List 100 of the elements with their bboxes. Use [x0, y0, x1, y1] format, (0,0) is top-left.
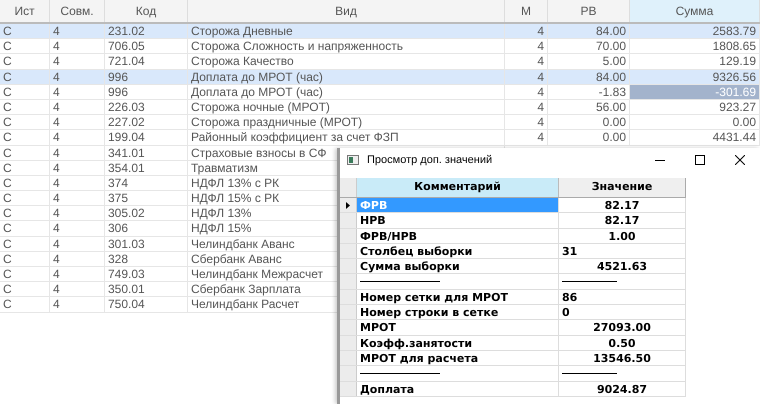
comment-cell: Доплата [357, 382, 559, 396]
combo-cell: 4 [50, 252, 105, 266]
value-cell: 0.50 [559, 336, 686, 350]
combo-cell: 4 [50, 100, 105, 114]
code-cell: 721.04 [105, 54, 188, 69]
combo-cell: 4 [50, 221, 105, 236]
type-cell: Доплата до МРОТ (час) [188, 84, 505, 99]
comment-cell: Номер строки в сетке [357, 305, 559, 320]
month-cell: 4 [505, 24, 548, 38]
source-cell: С [0, 191, 50, 206]
source-cell: С [0, 297, 50, 312]
value-cell: 27093.00 [559, 320, 686, 335]
sum-cell: 9326.56 [630, 70, 760, 84]
code-cell: 226.03 [105, 100, 188, 114]
code-cell: 996 [105, 70, 188, 84]
code-cell: 706.05 [105, 39, 188, 54]
hours-cell: 5.00 [548, 54, 630, 69]
combo-cell: 4 [50, 160, 105, 175]
month-cell: 4 [505, 54, 548, 69]
sum-cell: 4431.44 [630, 130, 760, 144]
value-cell: 4521.63 [559, 259, 686, 274]
month-cell: 4 [505, 84, 548, 99]
combo-cell: 4 [50, 70, 105, 84]
combo-cell: 4 [50, 297, 105, 312]
combo-cell: 4 [50, 282, 105, 296]
type-cell: Сторожа Дневные [188, 24, 505, 38]
source-cell: С [0, 176, 50, 190]
month-cell: 4 [505, 39, 548, 54]
comment-cell: МРОТ [357, 320, 559, 335]
code-cell: 231.02 [105, 24, 188, 38]
value-cell: 82.17 [559, 198, 686, 212]
month-cell: 4 [505, 115, 548, 130]
code-cell: 227.02 [105, 115, 188, 130]
month-cell: 4 [505, 70, 548, 84]
combo-cell: 4 [50, 267, 105, 282]
type-cell: Районный коэффициент за счет ФЗП [188, 130, 505, 144]
type-cell: Сторожа ночные (МРОТ) [188, 100, 505, 114]
hours-cell: 0.00 [548, 130, 630, 144]
combo-cell: 4 [50, 39, 105, 54]
comment-cell: Номер сетки для МРОТ [357, 290, 559, 304]
sum-cell: -301.69 [630, 84, 760, 99]
combo-cell: 4 [50, 115, 105, 130]
combo-cell: 4 [50, 191, 105, 206]
value-cell: 82.17 [559, 213, 686, 228]
source-cell: С [0, 267, 50, 282]
code-cell: 354.01 [105, 160, 188, 175]
sum-cell: 0.00 [630, 115, 760, 130]
combo-cell: 4 [50, 130, 105, 144]
source-cell: С [0, 115, 50, 130]
value-cell: 31 [559, 244, 686, 258]
value-cell: 1.00 [559, 228, 686, 243]
hours-cell: 84.00 [548, 24, 630, 38]
code-cell: 750.04 [105, 297, 188, 312]
code-cell: 350.01 [105, 282, 188, 296]
source-cell: С [0, 252, 50, 266]
source-cell: С [0, 160, 50, 175]
code-cell: 996 [105, 84, 188, 99]
combo-cell: 4 [50, 24, 105, 38]
type-cell: Сторожа Сложность и напряженность [188, 39, 505, 54]
type-cell: Сторожа праздничные (МРОТ) [188, 115, 505, 130]
hours-cell: 70.00 [548, 39, 630, 54]
code-cell: 306 [105, 221, 188, 236]
combo-cell: 4 [50, 54, 105, 69]
sum-cell: 1808.65 [630, 39, 760, 54]
value-cell: 13546.50 [559, 350, 686, 366]
source-cell: С [0, 24, 50, 38]
type-cell: Сторожа Качество [188, 54, 505, 69]
hours-cell: 56.00 [548, 100, 630, 114]
code-cell: 374 [105, 176, 188, 190]
hours-cell: 0.00 [548, 115, 630, 130]
value-cell: 86 [559, 290, 686, 304]
source-cell: С [0, 236, 50, 251]
comment-cell: МРОТ для расчета [357, 350, 559, 366]
comment-cell: НРВ [357, 213, 559, 228]
month-cell: 4 [505, 130, 548, 144]
source-cell: С [0, 70, 50, 84]
combo-cell: 4 [50, 146, 105, 160]
code-cell: 375 [105, 191, 188, 206]
combo-cell: 4 [50, 176, 105, 190]
source-cell: С [0, 100, 50, 114]
code-cell: 328 [105, 252, 188, 266]
source-cell: С [0, 39, 50, 54]
sum-cell: 2583.79 [630, 24, 760, 38]
type-cell: Доплата до МРОТ (час) [188, 70, 505, 84]
value-cell: 9024.87 [559, 382, 686, 396]
source-cell: С [0, 206, 50, 220]
comment-cell: ФРВ/НРВ [357, 228, 559, 243]
code-cell: 749.03 [105, 267, 188, 282]
code-cell: 341.01 [105, 146, 188, 160]
code-cell: 305.02 [105, 206, 188, 220]
source-cell: С [0, 221, 50, 236]
code-cell: 301.03 [105, 236, 188, 251]
combo-cell: 4 [50, 206, 105, 220]
code-cell: 199.04 [105, 130, 188, 144]
source-cell: С [0, 282, 50, 296]
comment-cell: Сумма выборки [357, 259, 559, 274]
source-cell: С [0, 54, 50, 69]
month-cell: 4 [505, 100, 548, 114]
comment-cell: Коэфф.занятости [357, 336, 559, 350]
hours-cell: 84.00 [548, 70, 630, 84]
